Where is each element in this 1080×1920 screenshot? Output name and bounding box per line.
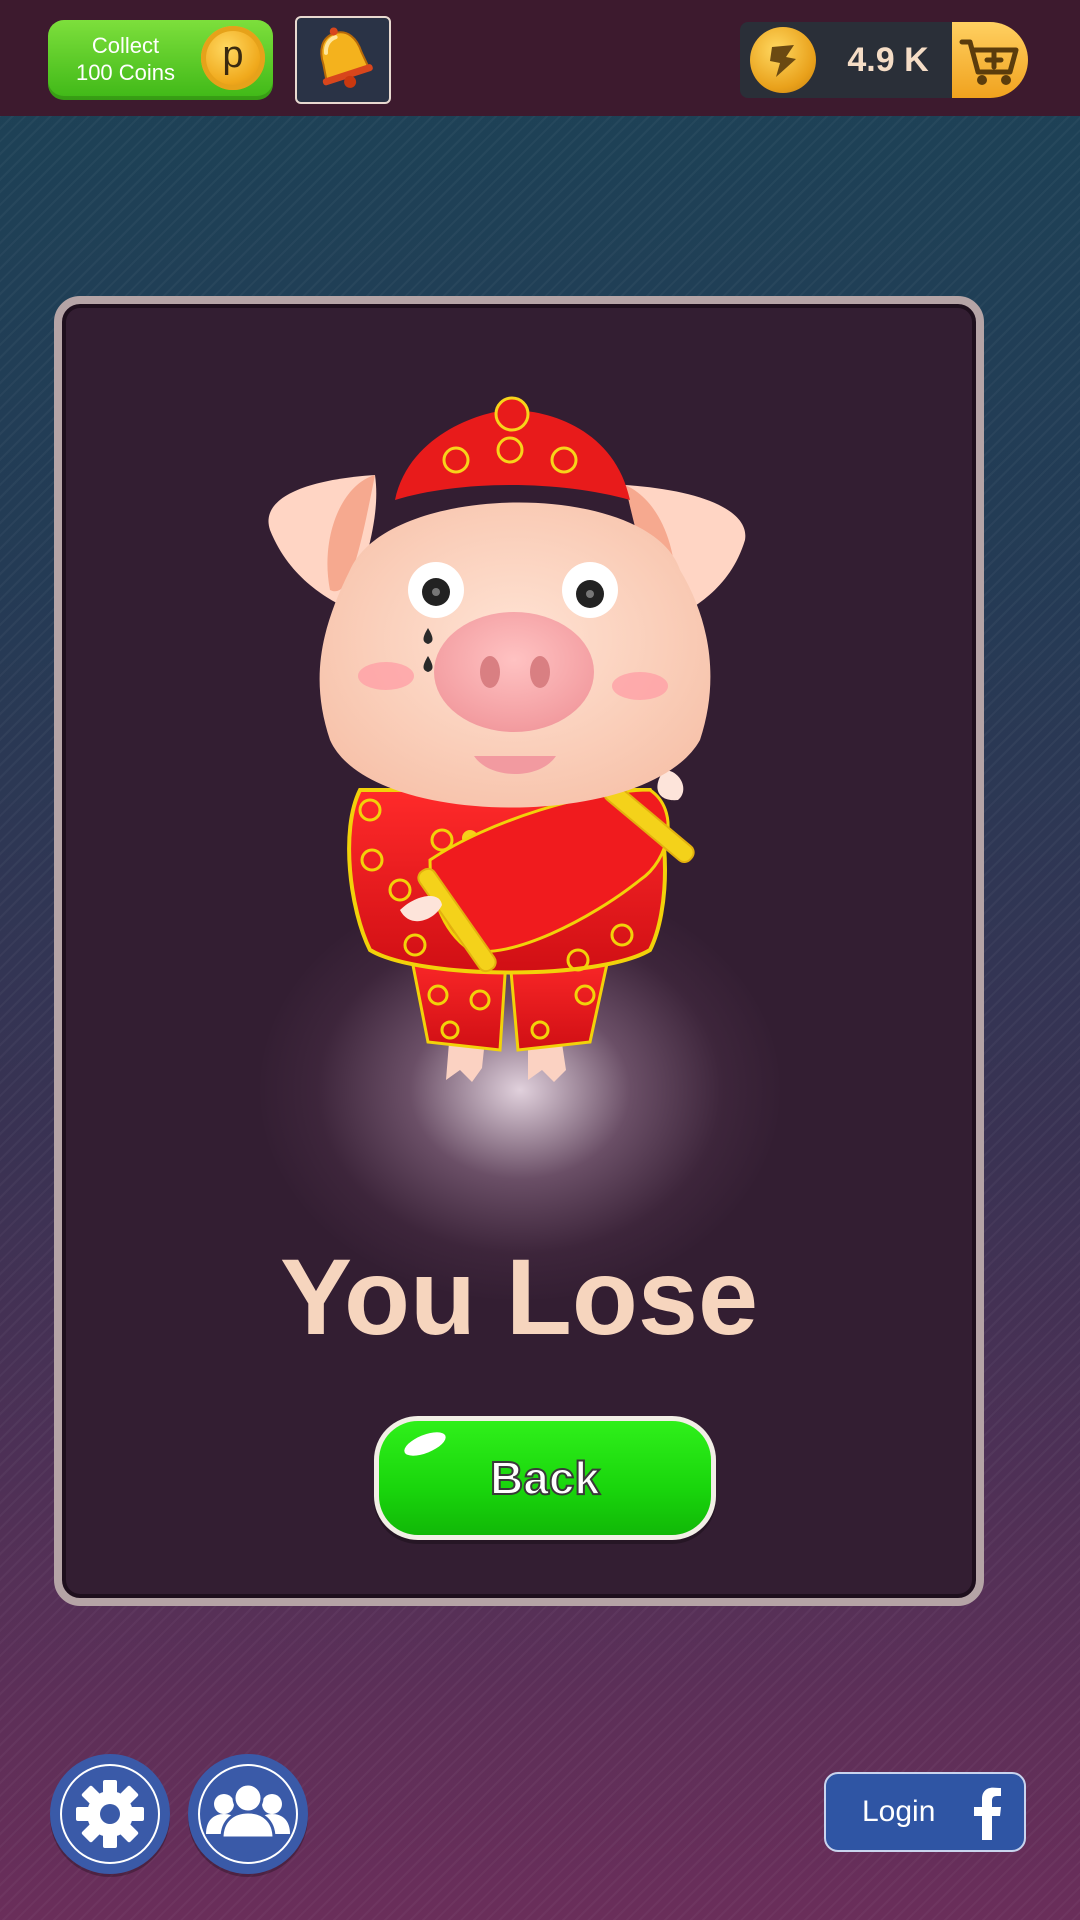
gear-icon: [76, 1780, 144, 1848]
shop-button[interactable]: [952, 22, 1028, 98]
result-title: You Lose: [279, 1236, 759, 1357]
friends-button[interactable]: [188, 1754, 308, 1874]
coin-icon: [750, 27, 816, 93]
coin-balance-value: 4.9 K: [847, 41, 929, 79]
back-button[interactable]: Back: [374, 1416, 716, 1540]
collect-label-line1: Collect: [91, 33, 160, 58]
settings-button[interactable]: [50, 1754, 170, 1874]
facebook-login-button[interactable]: Login: [824, 1772, 1026, 1852]
collect-coins-button[interactable]: Collect 100 Coins p: [48, 20, 273, 100]
coin-letter: p: [222, 34, 244, 76]
top-bar: Collect 100 Coins p 4.9 K: [0, 0, 1080, 116]
bell-icon: [320, 27, 373, 88]
coin-balance-panel: 4.9 K: [740, 22, 958, 98]
back-button-label: Back: [489, 1451, 601, 1505]
facebook-icon: [974, 1787, 1001, 1840]
cart-plus-icon: [959, 39, 1019, 85]
collect-coins-label: Collect 100 Coins: [58, 32, 193, 86]
sad-pig-character-icon: [268, 396, 746, 1082]
friends-icon: [206, 1782, 290, 1840]
notifications-button[interactable]: [295, 16, 391, 104]
login-label: Login: [862, 1795, 936, 1828]
collect-label-line2: 100 Coins: [75, 60, 176, 85]
coin-icon: p: [201, 26, 265, 90]
coin-emblem: [770, 45, 796, 77]
